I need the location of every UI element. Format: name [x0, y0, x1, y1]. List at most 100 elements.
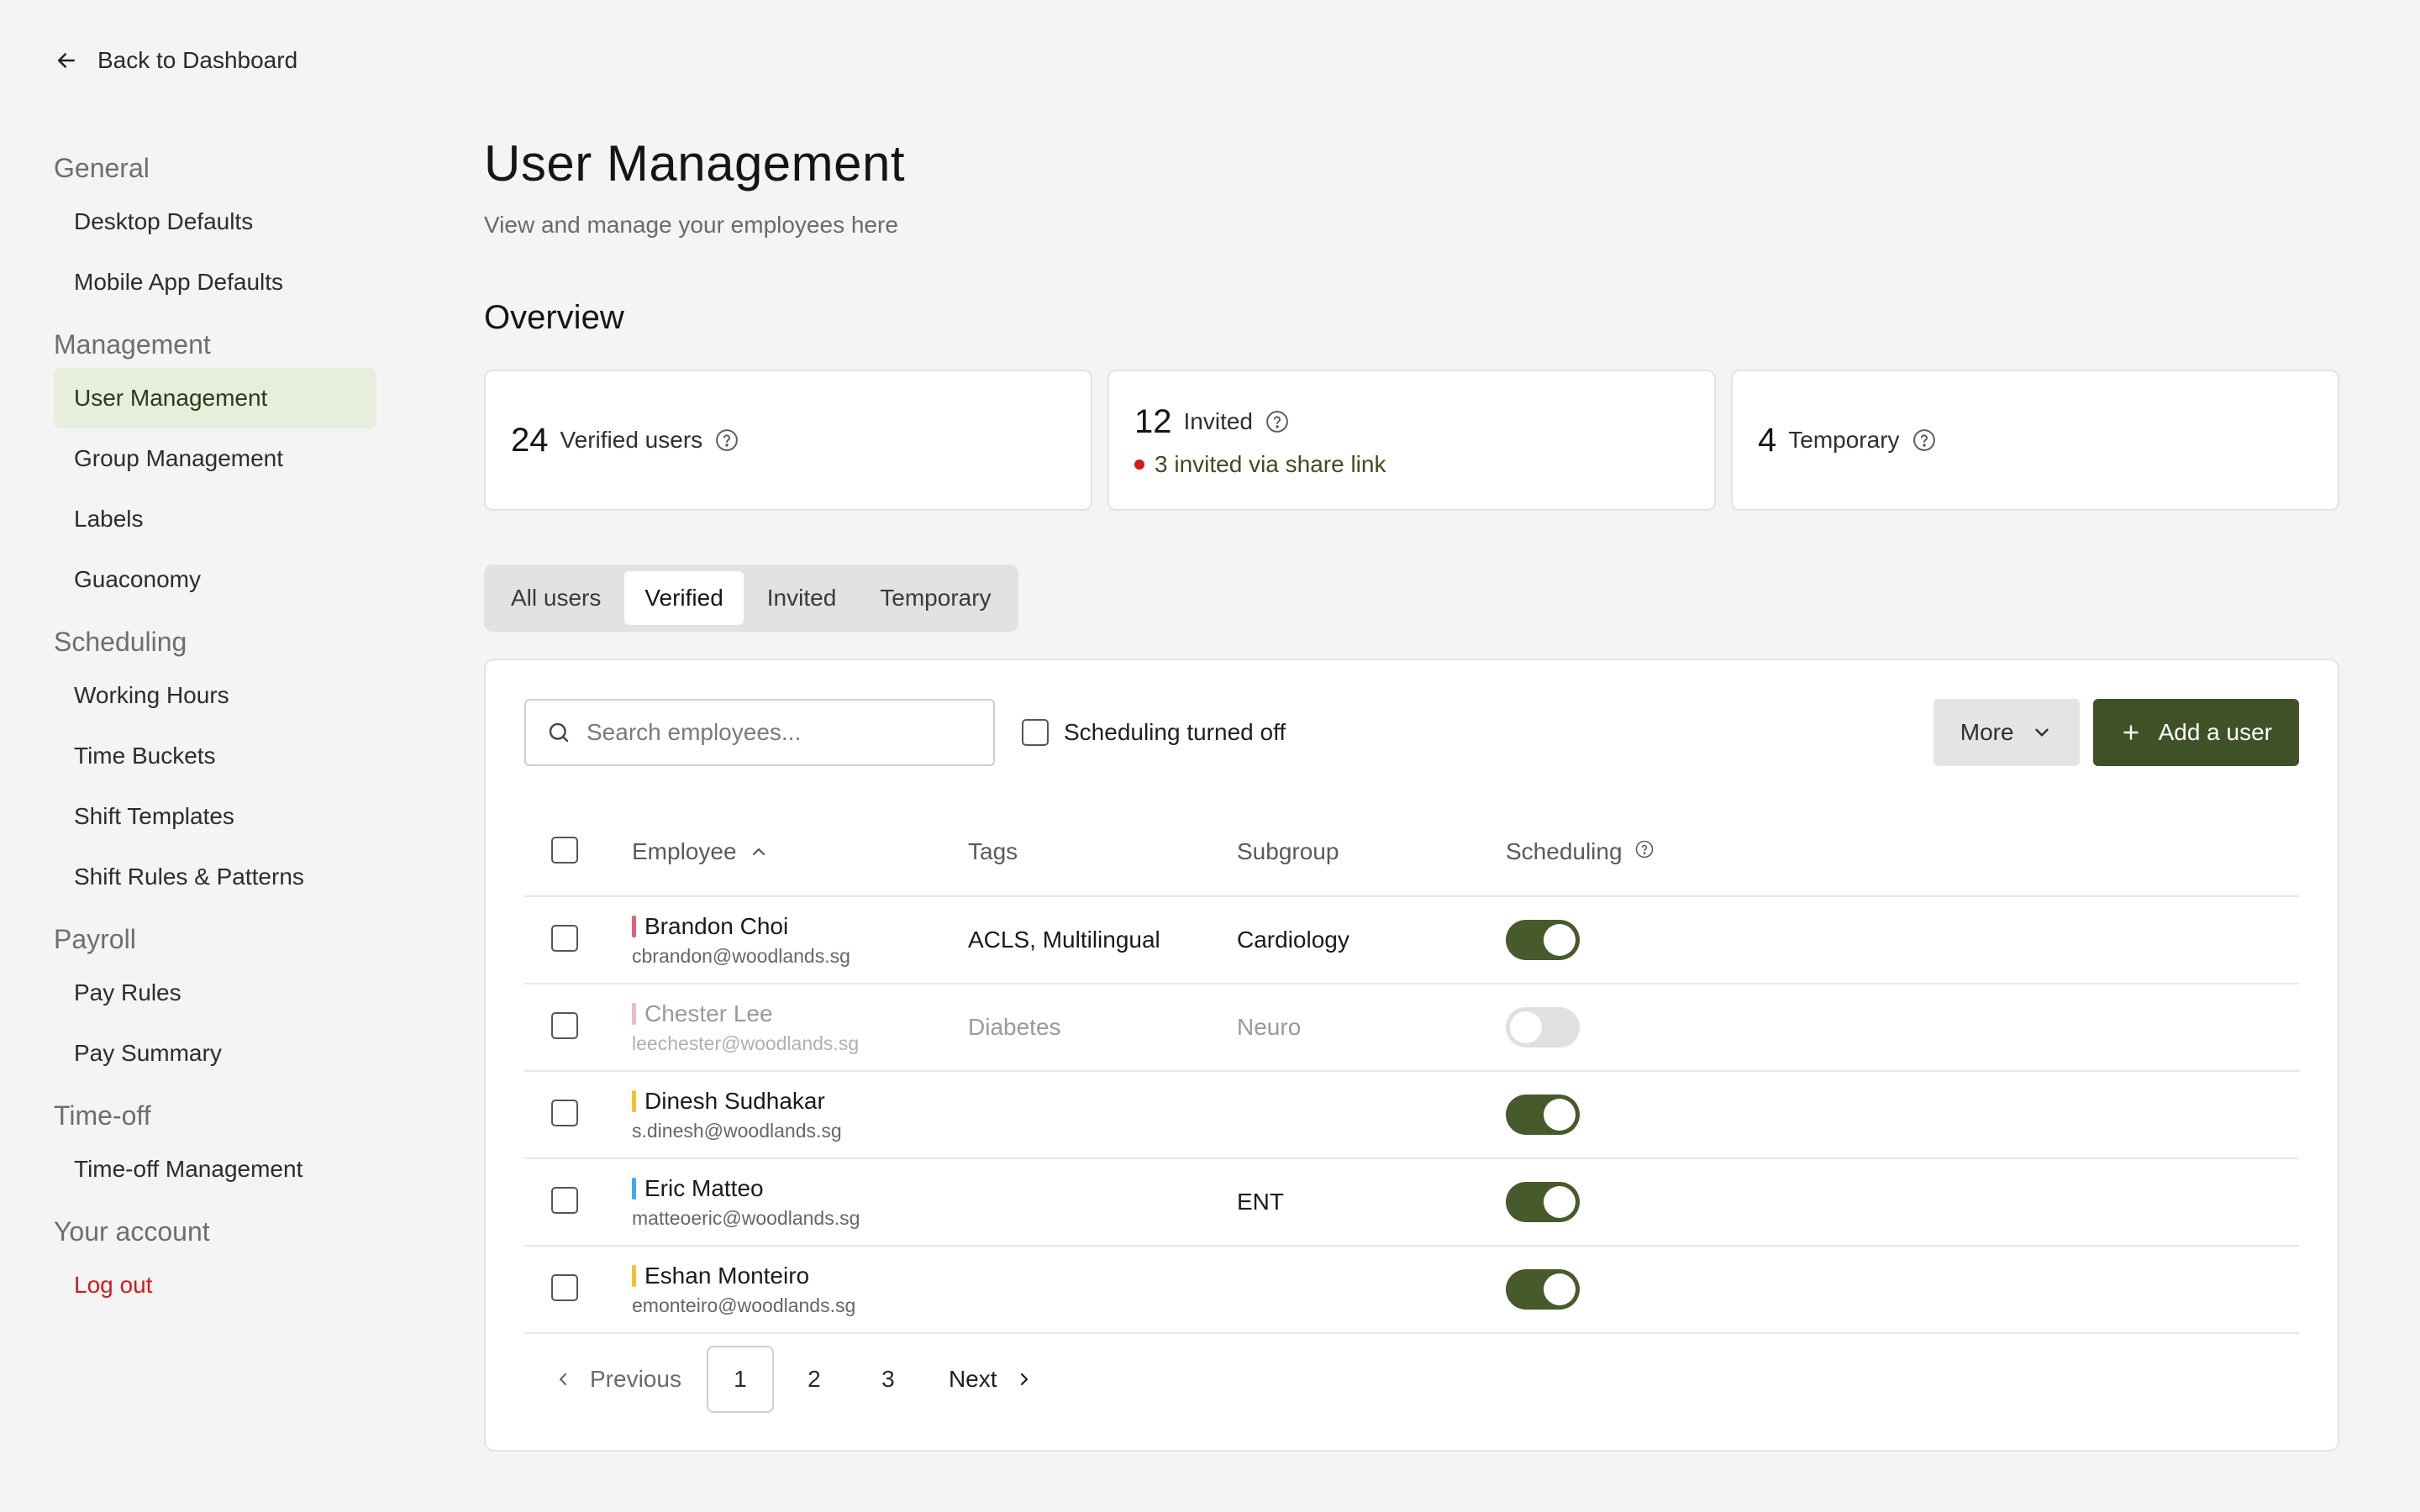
- help-circle-icon[interactable]: [714, 428, 739, 453]
- employee-header-label: Employee: [632, 838, 737, 864]
- employee-name[interactable]: Chester Lee: [644, 1000, 773, 1027]
- scheduling-off-filter[interactable]: Scheduling turned off: [1022, 719, 1286, 746]
- next-page-button[interactable]: Next: [929, 1366, 1055, 1393]
- users-table: Employee Tags Subgroup Scheduling Brando…: [524, 808, 2299, 1334]
- user-filter-tabs: All users Verified Invited Temporary: [484, 564, 1018, 632]
- employee-subgroup: Cardiology: [1237, 927, 1349, 953]
- sidebar-heading: Your account: [54, 1216, 210, 1247]
- employee-color-bar: [632, 1177, 636, 1200]
- overview-cards: 24 Verified users 12 Invited 3 invited v…: [484, 370, 2339, 511]
- row-checkbox[interactable]: [551, 1186, 578, 1214]
- more-button[interactable]: More: [1933, 699, 2080, 766]
- scheduling-header-label: Scheduling: [1506, 838, 1623, 864]
- sidebar-section-management: Management User Management Group Managem…: [54, 321, 376, 610]
- scheduling-column-header: Scheduling: [1506, 838, 2299, 865]
- plus-icon: [2120, 722, 2142, 743]
- search-input[interactable]: [587, 719, 973, 746]
- temporary-label: Temporary: [1788, 427, 1900, 453]
- sidebar-item-labels[interactable]: Labels: [54, 489, 376, 549]
- tags-column-header: Tags: [968, 838, 1018, 864]
- employee-tags: ACLS, Multilingual: [968, 927, 1160, 953]
- verified-label: Verified users: [560, 427, 703, 453]
- help-circle-icon[interactable]: [1912, 428, 1937, 453]
- employee-email: matteoeric@woodlands.sg: [632, 1206, 860, 1229]
- employee-name[interactable]: Eshan Monteiro: [644, 1263, 809, 1289]
- row-checkbox[interactable]: [551, 1273, 578, 1301]
- verified-users-card: 24 Verified users: [484, 370, 1092, 511]
- chevron-right-icon: [1014, 1369, 1034, 1389]
- employee-email: emonteiro@woodlands.sg: [632, 1294, 856, 1316]
- sidebar-section-general: General Desktop Defaults Mobile App Defa…: [54, 144, 376, 312]
- tab-temporary[interactable]: Temporary: [860, 571, 1011, 625]
- employee-name[interactable]: Dinesh Sudhakar: [644, 1088, 825, 1115]
- back-to-dashboard-link[interactable]: Back to Dashboard: [54, 44, 297, 77]
- sidebar-item-pay-rules[interactable]: Pay Rules: [54, 963, 376, 1023]
- table-row: Chester Lee leechester@woodlands.sg Diab…: [524, 984, 2299, 1072]
- scheduling-toggle[interactable]: [1506, 1182, 1580, 1222]
- employee-column-header[interactable]: Employee: [632, 838, 968, 865]
- scheduling-toggle[interactable]: [1506, 1269, 1580, 1310]
- employee-color-bar: [632, 1089, 636, 1112]
- sidebar-heading: Payroll: [54, 924, 136, 954]
- next-label: Next: [948, 1366, 997, 1392]
- tab-all-users[interactable]: All users: [491, 571, 621, 625]
- chevron-left-icon: [553, 1369, 573, 1389]
- tab-invited[interactable]: Invited: [747, 571, 857, 625]
- scheduling-toggle[interactable]: [1506, 920, 1580, 960]
- temporary-count: 4: [1758, 421, 1777, 459]
- row-checkbox[interactable]: [551, 924, 578, 952]
- employee-subgroup: Neuro: [1237, 1014, 1302, 1040]
- sidebar-item-shift-rules[interactable]: Shift Rules & Patterns: [54, 847, 376, 907]
- page-1-button[interactable]: 1: [706, 1346, 774, 1413]
- users-panel: Scheduling turned off More Add a user: [484, 659, 2339, 1452]
- arrow-left-icon: [54, 48, 79, 73]
- scheduling-toggle[interactable]: [1506, 1007, 1580, 1047]
- previous-label: Previous: [590, 1366, 681, 1392]
- sidebar-item-group-management[interactable]: Group Management: [54, 428, 376, 489]
- page-title: User Management: [484, 135, 906, 192]
- employee-subgroup: ENT: [1237, 1189, 1284, 1215]
- page-2-button[interactable]: 2: [781, 1346, 848, 1413]
- page-subtitle: View and manage your employees here: [484, 212, 898, 238]
- scheduling-off-checkbox[interactable]: [1022, 719, 1049, 746]
- sidebar-heading: Time-off: [54, 1100, 151, 1131]
- row-checkbox[interactable]: [551, 1011, 578, 1039]
- settings-sidebar: General Desktop Defaults Mobile App Defa…: [54, 144, 376, 1324]
- verified-count: 24: [511, 421, 549, 459]
- employee-name[interactable]: Brandon Choi: [644, 913, 788, 940]
- sidebar-item-time-buckets[interactable]: Time Buckets: [54, 726, 376, 786]
- pagination: Previous 1 2 3 Next: [524, 1346, 1055, 1413]
- sidebar-item-time-off-management[interactable]: Time-off Management: [54, 1139, 376, 1200]
- sidebar-item-log-out[interactable]: Log out: [54, 1255, 376, 1315]
- sidebar-item-mobile-app-defaults[interactable]: Mobile App Defaults: [54, 252, 376, 312]
- sidebar-item-guaconomy[interactable]: Guaconomy: [54, 549, 376, 610]
- employee-email: cbrandon@woodlands.sg: [632, 944, 850, 967]
- sidebar-section-payroll: Payroll Pay Rules Pay Summary: [54, 916, 376, 1084]
- invited-label: Invited: [1183, 408, 1254, 434]
- tab-verified[interactable]: Verified: [624, 571, 744, 625]
- sidebar-heading: Management: [54, 329, 211, 360]
- help-circle-icon[interactable]: [1265, 409, 1290, 434]
- table-toolbar: Scheduling turned off More Add a user: [524, 699, 2299, 766]
- search-box: [524, 699, 995, 766]
- select-all-checkbox[interactable]: [551, 836, 578, 864]
- scheduling-toggle[interactable]: [1506, 1095, 1580, 1135]
- help-circle-icon[interactable]: [1634, 839, 1660, 864]
- sidebar-item-pay-summary[interactable]: Pay Summary: [54, 1023, 376, 1084]
- employee-color-bar: [632, 1264, 636, 1287]
- table-row: Eric Matteo matteoeric@woodlands.sg ENT: [524, 1159, 2299, 1247]
- previous-page-button[interactable]: Previous: [524, 1366, 707, 1393]
- sidebar-item-working-hours[interactable]: Working Hours: [54, 665, 376, 726]
- add-user-button[interactable]: Add a user: [2092, 699, 2299, 766]
- subgroup-column-header: Subgroup: [1237, 838, 1339, 864]
- row-checkbox[interactable]: [551, 1099, 578, 1126]
- employee-name[interactable]: Eric Matteo: [644, 1175, 764, 1202]
- temporary-card: 4 Temporary: [1731, 370, 2339, 511]
- sidebar-item-user-management[interactable]: User Management: [54, 368, 376, 428]
- employee-email: s.dinesh@woodlands.sg: [632, 1119, 842, 1142]
- invited-card: 12 Invited 3 invited via share link: [1107, 370, 1716, 511]
- sidebar-item-shift-templates[interactable]: Shift Templates: [54, 786, 376, 847]
- sidebar-item-desktop-defaults[interactable]: Desktop Defaults: [54, 192, 376, 252]
- page-3-button[interactable]: 3: [855, 1346, 922, 1413]
- sidebar-section-account: Your account Log out: [54, 1208, 376, 1315]
